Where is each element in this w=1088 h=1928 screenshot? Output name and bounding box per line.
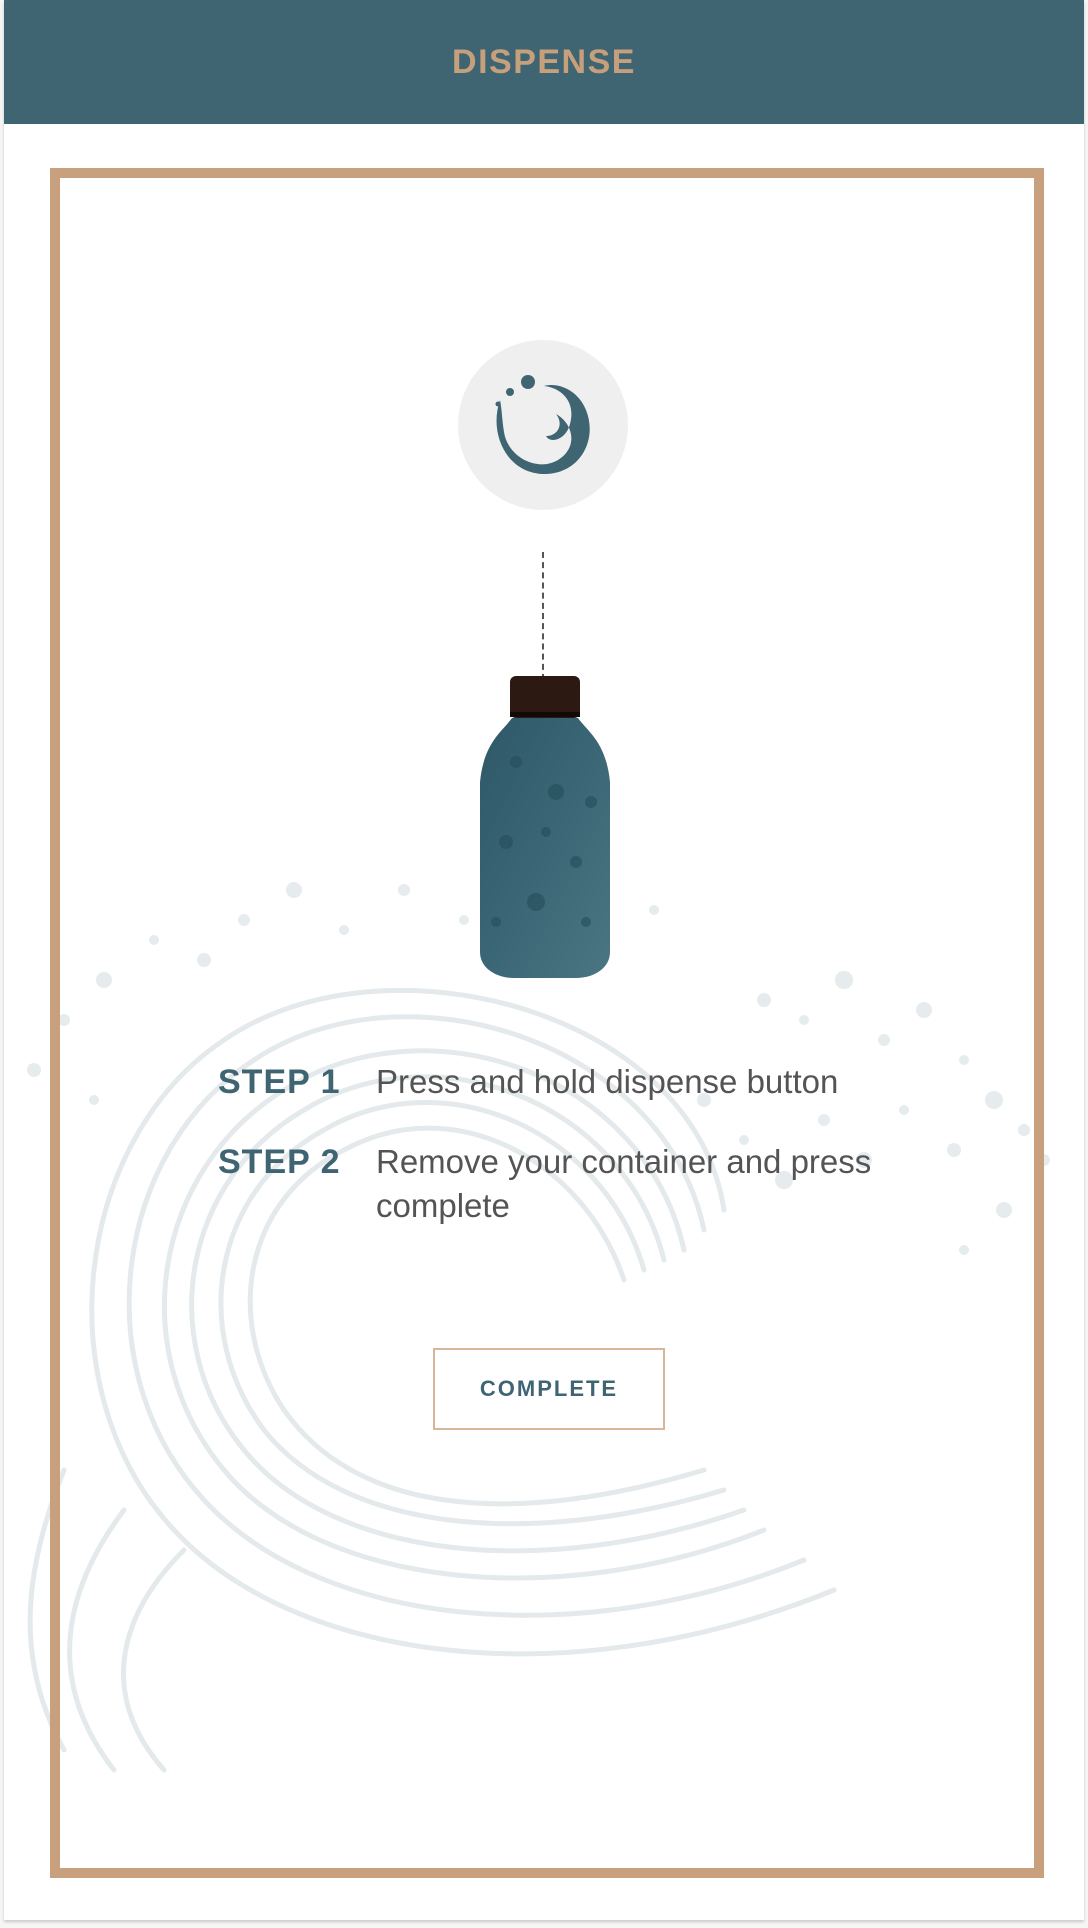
logo-badge bbox=[458, 340, 628, 510]
step-label: STEP 2 bbox=[218, 1143, 341, 1181]
step-row: STEP 1 Press and hold dispense button bbox=[218, 1060, 938, 1104]
bottle-icon bbox=[480, 676, 610, 978]
step-text: Press and hold dispense button bbox=[376, 1063, 839, 1100]
step-text: Remove your container and press complete bbox=[376, 1143, 872, 1224]
header-bar: DISPENSE bbox=[4, 0, 1084, 124]
page-title: DISPENSE bbox=[452, 42, 636, 81]
water-swirl-logo-icon bbox=[495, 375, 590, 475]
dispense-screen: DISPENSE STEP 1 Press and hold dispense … bbox=[4, 0, 1084, 1920]
dispense-guide-line bbox=[542, 552, 544, 680]
complete-button[interactable]: COMPLETE bbox=[433, 1348, 665, 1430]
step-label: STEP 1 bbox=[218, 1063, 341, 1101]
instructions-list: STEP 1 Press and hold dispense button ST… bbox=[218, 1060, 938, 1264]
step-row: STEP 2 Remove your container and press c… bbox=[218, 1140, 938, 1228]
